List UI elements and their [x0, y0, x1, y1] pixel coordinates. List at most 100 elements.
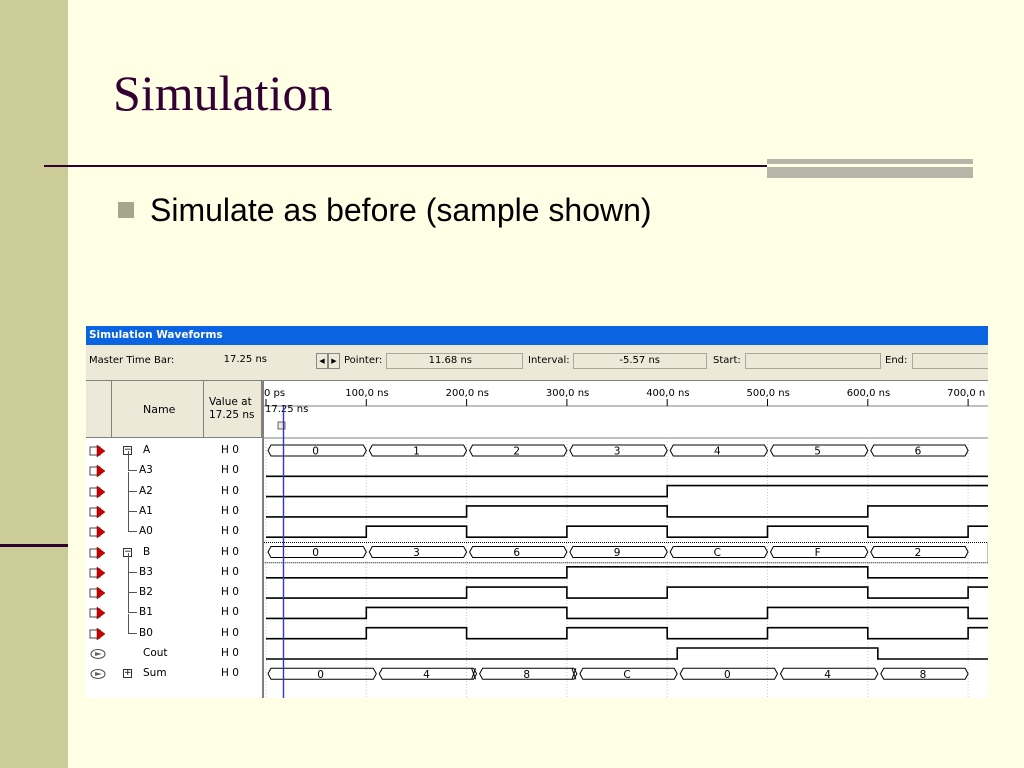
waveform-area[interactable]: 0 ps 100,0 ns 200,0 ns 300,0 ns 400,0 ns 500,…	[264, 381, 988, 698]
tree-branch-line	[128, 471, 137, 492]
signal-row-a[interactable]: − A H 0	[86, 441, 262, 461]
waveform-a0	[266, 525, 988, 538]
signal-name: B2	[139, 586, 153, 599]
bus-value-label: 2	[915, 547, 922, 559]
cursor-label: 17.25 ns	[265, 404, 308, 415]
ruler-tick-label: 0 ps	[264, 388, 285, 399]
slide-left-bar	[0, 0, 68, 768]
pointer-field[interactable]: 11.68 ns	[386, 353, 523, 369]
start-field[interactable]	[745, 353, 881, 369]
master-time-bar-label: Master Time Bar:	[89, 355, 175, 366]
signal-row-b1[interactable]: B1 H 0	[86, 593, 262, 623]
start-label: Start:	[713, 355, 741, 366]
signal-row-a1[interactable]: A1 H 0	[86, 491, 262, 522]
signal-value: H 0	[221, 525, 239, 538]
bus-value-label: 9	[614, 547, 621, 559]
waveform-grid: Name Value at 17.25 ns − A H 0 A3 H 0 A2 H 0 A1…	[86, 380, 988, 698]
signal-name: A2	[139, 484, 153, 497]
signal-row-b[interactable]: − B H 0	[86, 543, 262, 563]
output-pin-icon	[89, 647, 106, 660]
signal-value: H 0	[221, 606, 239, 619]
signal-row-a2[interactable]: A2 H 0	[86, 471, 262, 502]
bus-value-label: 3	[614, 446, 621, 458]
signal-row-b0[interactable]: B0 H 0	[86, 613, 262, 644]
input-pin-icon	[89, 606, 106, 620]
signal-name: B0	[139, 626, 153, 639]
bullet-text: Simulate as before (sample shown)	[150, 192, 652, 228]
name-header-label: Name	[143, 403, 176, 416]
signal-row-b2[interactable]: B2 H 0	[86, 573, 262, 603]
slide-title: Simulation	[113, 65, 333, 121]
waveform-b3	[266, 566, 988, 579]
title-rule-accent	[767, 159, 973, 178]
waveform-a2	[266, 484, 988, 498]
input-pin-icon	[89, 505, 106, 519]
value-header-line2: 17.25 ns	[209, 409, 255, 421]
end-field[interactable]	[912, 353, 988, 369]
signal-value: H 0	[221, 484, 239, 497]
tree-branch-line	[128, 491, 137, 512]
input-pin-icon	[89, 566, 106, 580]
bus-value-label: 5	[814, 446, 821, 458]
bit-wave	[266, 525, 988, 538]
input-pin-icon	[89, 586, 106, 600]
ruler-tick-label: 300,0 ns	[546, 388, 589, 399]
bus-value-label: 6	[915, 446, 922, 458]
waveform-a1	[266, 505, 988, 518]
bit-wave	[266, 606, 988, 620]
bus-value-label: 4	[824, 669, 831, 681]
waveform-b2	[266, 586, 988, 599]
input-pin-icon	[89, 444, 106, 458]
pointer-label: Pointer:	[344, 355, 383, 366]
tree-branch-line	[128, 573, 137, 594]
time-bar-right-arrow-icon[interactable]: ▶	[328, 353, 340, 369]
signal-row-a3[interactable]: A3 H 0	[86, 451, 262, 481]
bus-value-label: 2	[513, 446, 520, 458]
simulation-waveforms-window: Simulation Waveforms Master Time Bar: 17…	[86, 326, 988, 698]
signal-name: A	[143, 444, 151, 456]
value-header-line1: Value at	[209, 396, 252, 408]
value-column-header[interactable]: Value at 17.25 ns	[204, 381, 262, 438]
signal-name: Sum	[143, 667, 167, 680]
glitch-mark	[571, 668, 577, 680]
ruler-tick-label: 600,0 ns	[847, 388, 890, 399]
input-pin-icon	[89, 464, 106, 478]
name-column-header[interactable]: Name	[112, 381, 204, 438]
input-pin-icon	[89, 627, 106, 641]
bus-value-label: 0	[724, 669, 731, 681]
bit-wave	[266, 647, 988, 660]
time-toolbar: Master Time Bar: 17.25 ns ◀ ▶ Pointer: 1…	[86, 345, 988, 380]
signal-name: Cout	[143, 647, 168, 659]
window-title[interactable]: Simulation Waveforms	[86, 326, 988, 345]
bit-wave	[266, 484, 988, 498]
master-time-bar-field[interactable]: 17.25 ns	[178, 353, 313, 369]
signal-name: A3	[139, 464, 153, 477]
signal-name: B1	[139, 606, 153, 619]
signal-name: B	[143, 545, 151, 558]
signal-value: H 0	[221, 586, 239, 599]
signal-value: H 0	[221, 545, 239, 558]
bus-value-label: 6	[513, 547, 520, 559]
signal-name: A1	[139, 504, 153, 517]
bit-wave	[266, 505, 988, 518]
expand-icon[interactable]: +	[123, 669, 132, 679]
waveform-cout	[266, 647, 988, 660]
bus-value-label: 8	[920, 669, 927, 681]
signal-value: H 0	[221, 565, 239, 578]
time-bar-left-arrow-icon[interactable]: ◀	[316, 353, 328, 369]
signal-row-sum[interactable]: + Sum H 0	[86, 664, 262, 684]
bus-value-label: 0	[317, 669, 324, 681]
ruler-tick-label: 700,0 n	[947, 388, 985, 399]
bus-value-label: F	[815, 547, 821, 559]
waveform-b1	[266, 606, 988, 620]
signal-row-cout[interactable]: Cout H 0	[86, 644, 262, 664]
interval-field[interactable]: -5.57 ns	[573, 353, 707, 369]
signal-row-b3[interactable]: B3 H 0	[86, 552, 262, 583]
tree-branch-line	[128, 451, 137, 472]
ruler-tick-label: 200,0 ns	[446, 388, 489, 399]
bit-wave	[266, 586, 988, 599]
bus-value-label: 0	[312, 446, 319, 458]
left-bar-rule	[0, 544, 68, 547]
signal-row-a0[interactable]: A0 H 0	[86, 512, 262, 542]
end-label: End:	[885, 355, 908, 366]
